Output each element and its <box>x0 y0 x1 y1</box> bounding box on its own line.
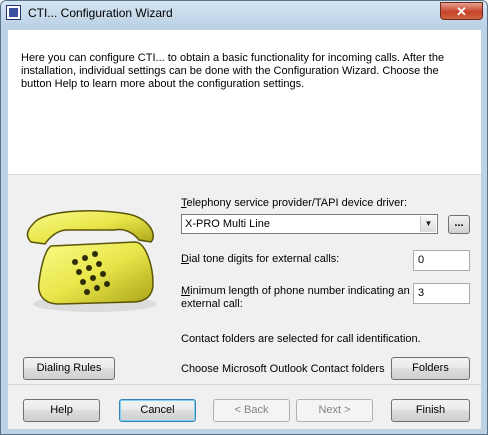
window-title: CTI... Configuration Wizard <box>28 6 173 20</box>
contacts-info-text: Contact folders are selected for call id… <box>181 333 421 345</box>
provider-select[interactable]: X-PRO Multi Line ▼ <box>181 214 438 234</box>
dial-tone-label: Dial tone digits for external calls: <box>181 253 340 265</box>
intro-text: Here you can configure CTI... to obtain … <box>21 52 445 90</box>
dialing-rules-button[interactable]: Dialing Rules <box>23 357 115 380</box>
finish-button[interactable]: Finish <box>391 399 470 422</box>
dial-tone-input[interactable]: 0 <box>413 250 470 271</box>
intro-panel: Here you can configure CTI... to obtain … <box>8 30 481 175</box>
wizard-body: Here you can configure CTI... to obtain … <box>8 30 481 429</box>
cancel-button[interactable]: Cancel <box>119 399 196 422</box>
configuration-wizard-window: CTI... Configuration Wizard ✕ Here you c… <box>0 0 488 435</box>
help-button[interactable]: Help <box>23 399 100 422</box>
back-button[interactable]: < Back <box>213 399 290 422</box>
provider-selected-value: X-PRO Multi Line <box>185 218 270 230</box>
telephone-icon <box>26 210 157 312</box>
next-button[interactable]: Next > <box>296 399 373 422</box>
footer-divider <box>8 384 481 385</box>
min-length-input[interactable]: 3 <box>413 283 470 304</box>
chevron-down-icon[interactable]: ▼ <box>420 216 436 232</box>
browse-provider-button[interactable]: ... <box>448 215 470 234</box>
min-length-label: Minimum length of phone number indicatin… <box>181 285 410 310</box>
wizard-app-icon <box>6 5 21 20</box>
provider-label: Telephony service provider/TAPI device d… <box>181 197 408 209</box>
choose-contacts-label: Choose Microsoft Outlook Contact folders <box>181 363 385 375</box>
folders-button[interactable]: Folders <box>391 357 470 380</box>
close-button[interactable]: ✕ <box>440 2 483 20</box>
title-bar[interactable]: CTI... Configuration Wizard ✕ <box>1 1 487 25</box>
